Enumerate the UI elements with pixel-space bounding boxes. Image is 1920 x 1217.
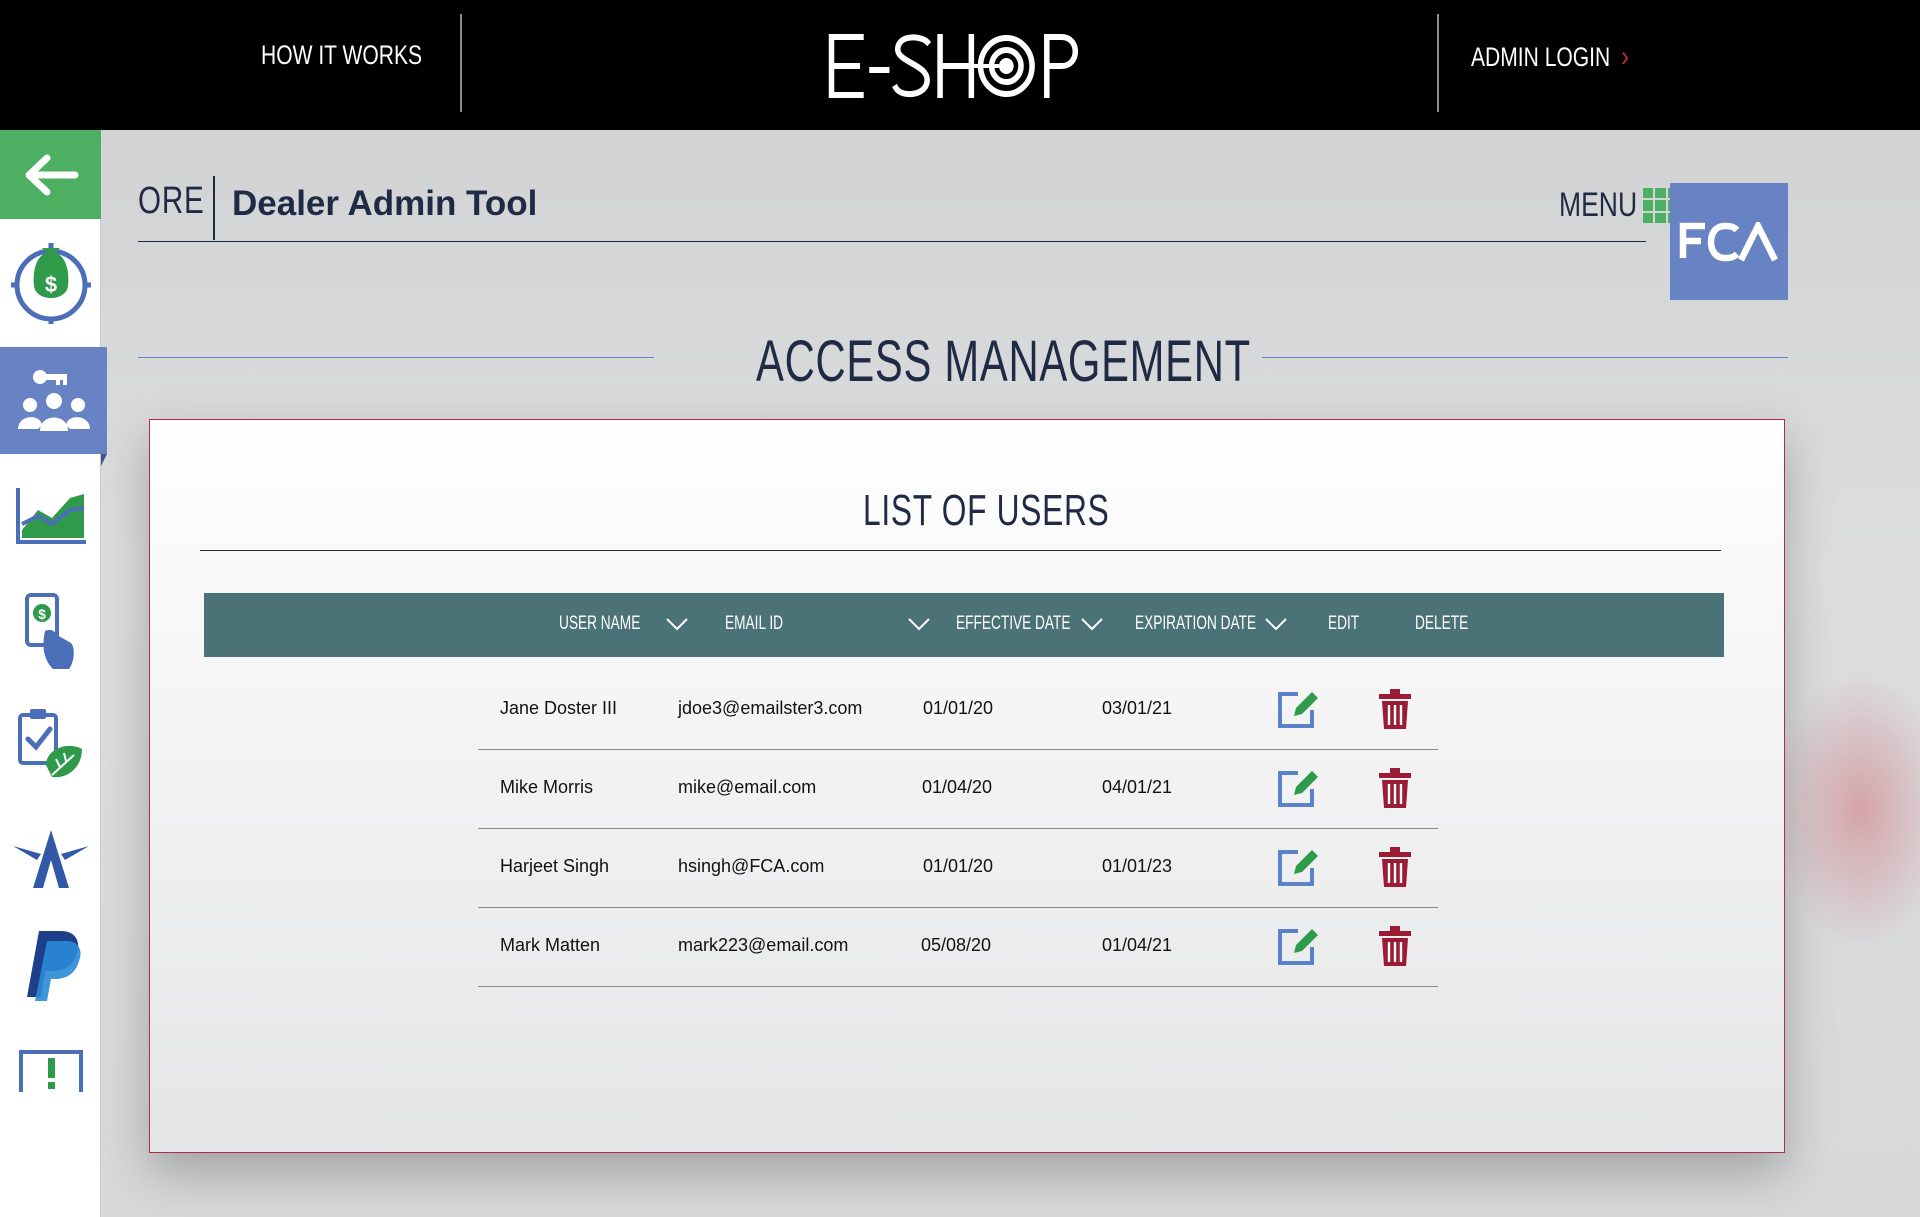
eshop-logo-icon [828,34,1078,98]
cell-expiration-date: 01/01/23 [1102,856,1173,876]
alert-icon [18,1050,83,1092]
title-line-right [1262,357,1788,358]
cell-effective-date: 01/04/20 [922,777,993,797]
cell-expiration-date: 01/04/21 [1102,935,1173,955]
column-header-email-id[interactable]: EMAIL ID [725,613,783,635]
trash-icon[interactable] [1378,846,1412,888]
svg-text:$: $ [38,606,46,622]
chevron-right-icon: › [1621,40,1629,73]
how-it-works-link[interactable]: HOW IT WORKS [261,40,422,71]
chart-icon [15,488,86,544]
ore-label: ORE [138,180,205,222]
table-row: Harjeet Singh hsingh@FCA.com 01/01/20 01… [478,829,1438,908]
svg-text:$: $ [44,272,56,297]
eshop-logo[interactable] [826,30,1078,100]
cell-user-name: Harjeet Singh [500,856,610,876]
column-header-user-name[interactable]: USER NAME [559,613,640,635]
title-line-left [138,357,654,358]
app-title: Dealer Admin Tool [232,184,538,223]
trash-icon[interactable] [1378,767,1412,809]
cell-user-name: Jane Doster III [500,698,618,718]
mobile-payment-icon: $ [24,593,74,669]
sidebar-item-incentives[interactable]: $ [0,228,101,334]
edit-icon[interactable] [1276,925,1320,967]
trash-icon[interactable] [1378,688,1412,730]
card-title-underline [200,550,1721,551]
column-header-edit: EDIT [1328,613,1360,634]
menu-label: MENU [1559,186,1638,224]
topbar-divider [460,14,462,112]
chevron-down-icon[interactable] [1080,617,1104,631]
menu-button[interactable]: MENU [1537,186,1679,225]
cell-email: hsingh@FCA.com [678,856,825,876]
cell-effective-date: 01/01/20 [923,856,994,876]
sidebar-item-mobile-payments[interactable]: $ [0,578,101,684]
sidebar-back-button[interactable] [0,130,101,219]
cell-expiration-date: 04/01/21 [1102,777,1173,797]
sidebar-item-paypal[interactable] [0,912,101,1018]
table-header: USER NAME EMAIL ID EFFECTIVE DATE EXPIRA… [204,593,1724,657]
table-row: Jane Doster III jdoe3@emailster3.com 01/… [478,671,1438,750]
fca-logo-icon [1679,221,1778,261]
edit-icon[interactable] [1276,767,1320,809]
star-a-icon [12,830,89,888]
chevron-down-icon[interactable] [1264,617,1288,631]
users-key-icon [17,369,90,431]
page-title: ACCESS MANAGEMENT [756,329,1251,394]
admin-login-link[interactable]: ADMIN LOGIN › [1471,40,1629,74]
header-underline [138,241,1646,242]
header-separator [213,176,215,240]
background-blur [1770,670,1920,950]
trash-icon[interactable] [1378,925,1412,967]
chevron-down-icon[interactable] [907,617,931,631]
sidebar-item-reports[interactable] [0,462,101,568]
fca-logo [1670,183,1788,300]
cell-user-name: Mike Morris [500,777,593,797]
checklist-leaf-icon [17,709,82,778]
cell-email: jdoe3@emailster3.com [678,698,863,718]
cell-effective-date: 01/01/20 [923,698,994,718]
topbar-divider [1437,14,1439,112]
cell-email: mike@email.com [678,777,817,797]
cell-expiration-date: 03/01/21 [1102,698,1173,718]
paypal-icon [26,931,80,1001]
top-bar: HOW IT WORKS ADMIN LOGIN › [0,0,1920,130]
table-row: Mike Morris mike@email.com 01/04/20 04/0… [478,750,1438,829]
table-row: Mark Matten mark223@email.com 05/08/20 0… [478,908,1438,987]
sidebar-item-checklist[interactable] [0,692,101,798]
admin-login-label: ADMIN LOGIN [1471,42,1611,72]
edit-icon[interactable] [1276,846,1320,888]
card-title: LIST OF USERS [863,486,1110,535]
sidebar-item-access-management[interactable] [0,347,107,466]
users-card: LIST OF USERS USER NAME EMAIL ID EFFECTI… [149,419,1785,1153]
sidebar-item-alerts[interactable] [0,1018,101,1124]
cell-email: mark223@email.com [678,935,849,955]
cell-effective-date: 05/08/20 [921,935,992,955]
edit-icon[interactable] [1276,688,1320,730]
cell-user-name: Mark Matten [500,935,601,955]
sidebar: $ $ [0,130,107,1217]
chevron-down-icon[interactable] [665,617,689,631]
back-arrow-icon [25,154,78,195]
column-header-effective-date[interactable]: EFFECTIVE DATE [956,613,1071,635]
money-target-icon: $ [10,243,91,324]
sidebar-item-star-program[interactable] [0,806,101,912]
column-header-delete: DELETE [1415,613,1469,634]
column-header-expiration-date[interactable]: EXPIRATION DATE [1135,613,1256,635]
